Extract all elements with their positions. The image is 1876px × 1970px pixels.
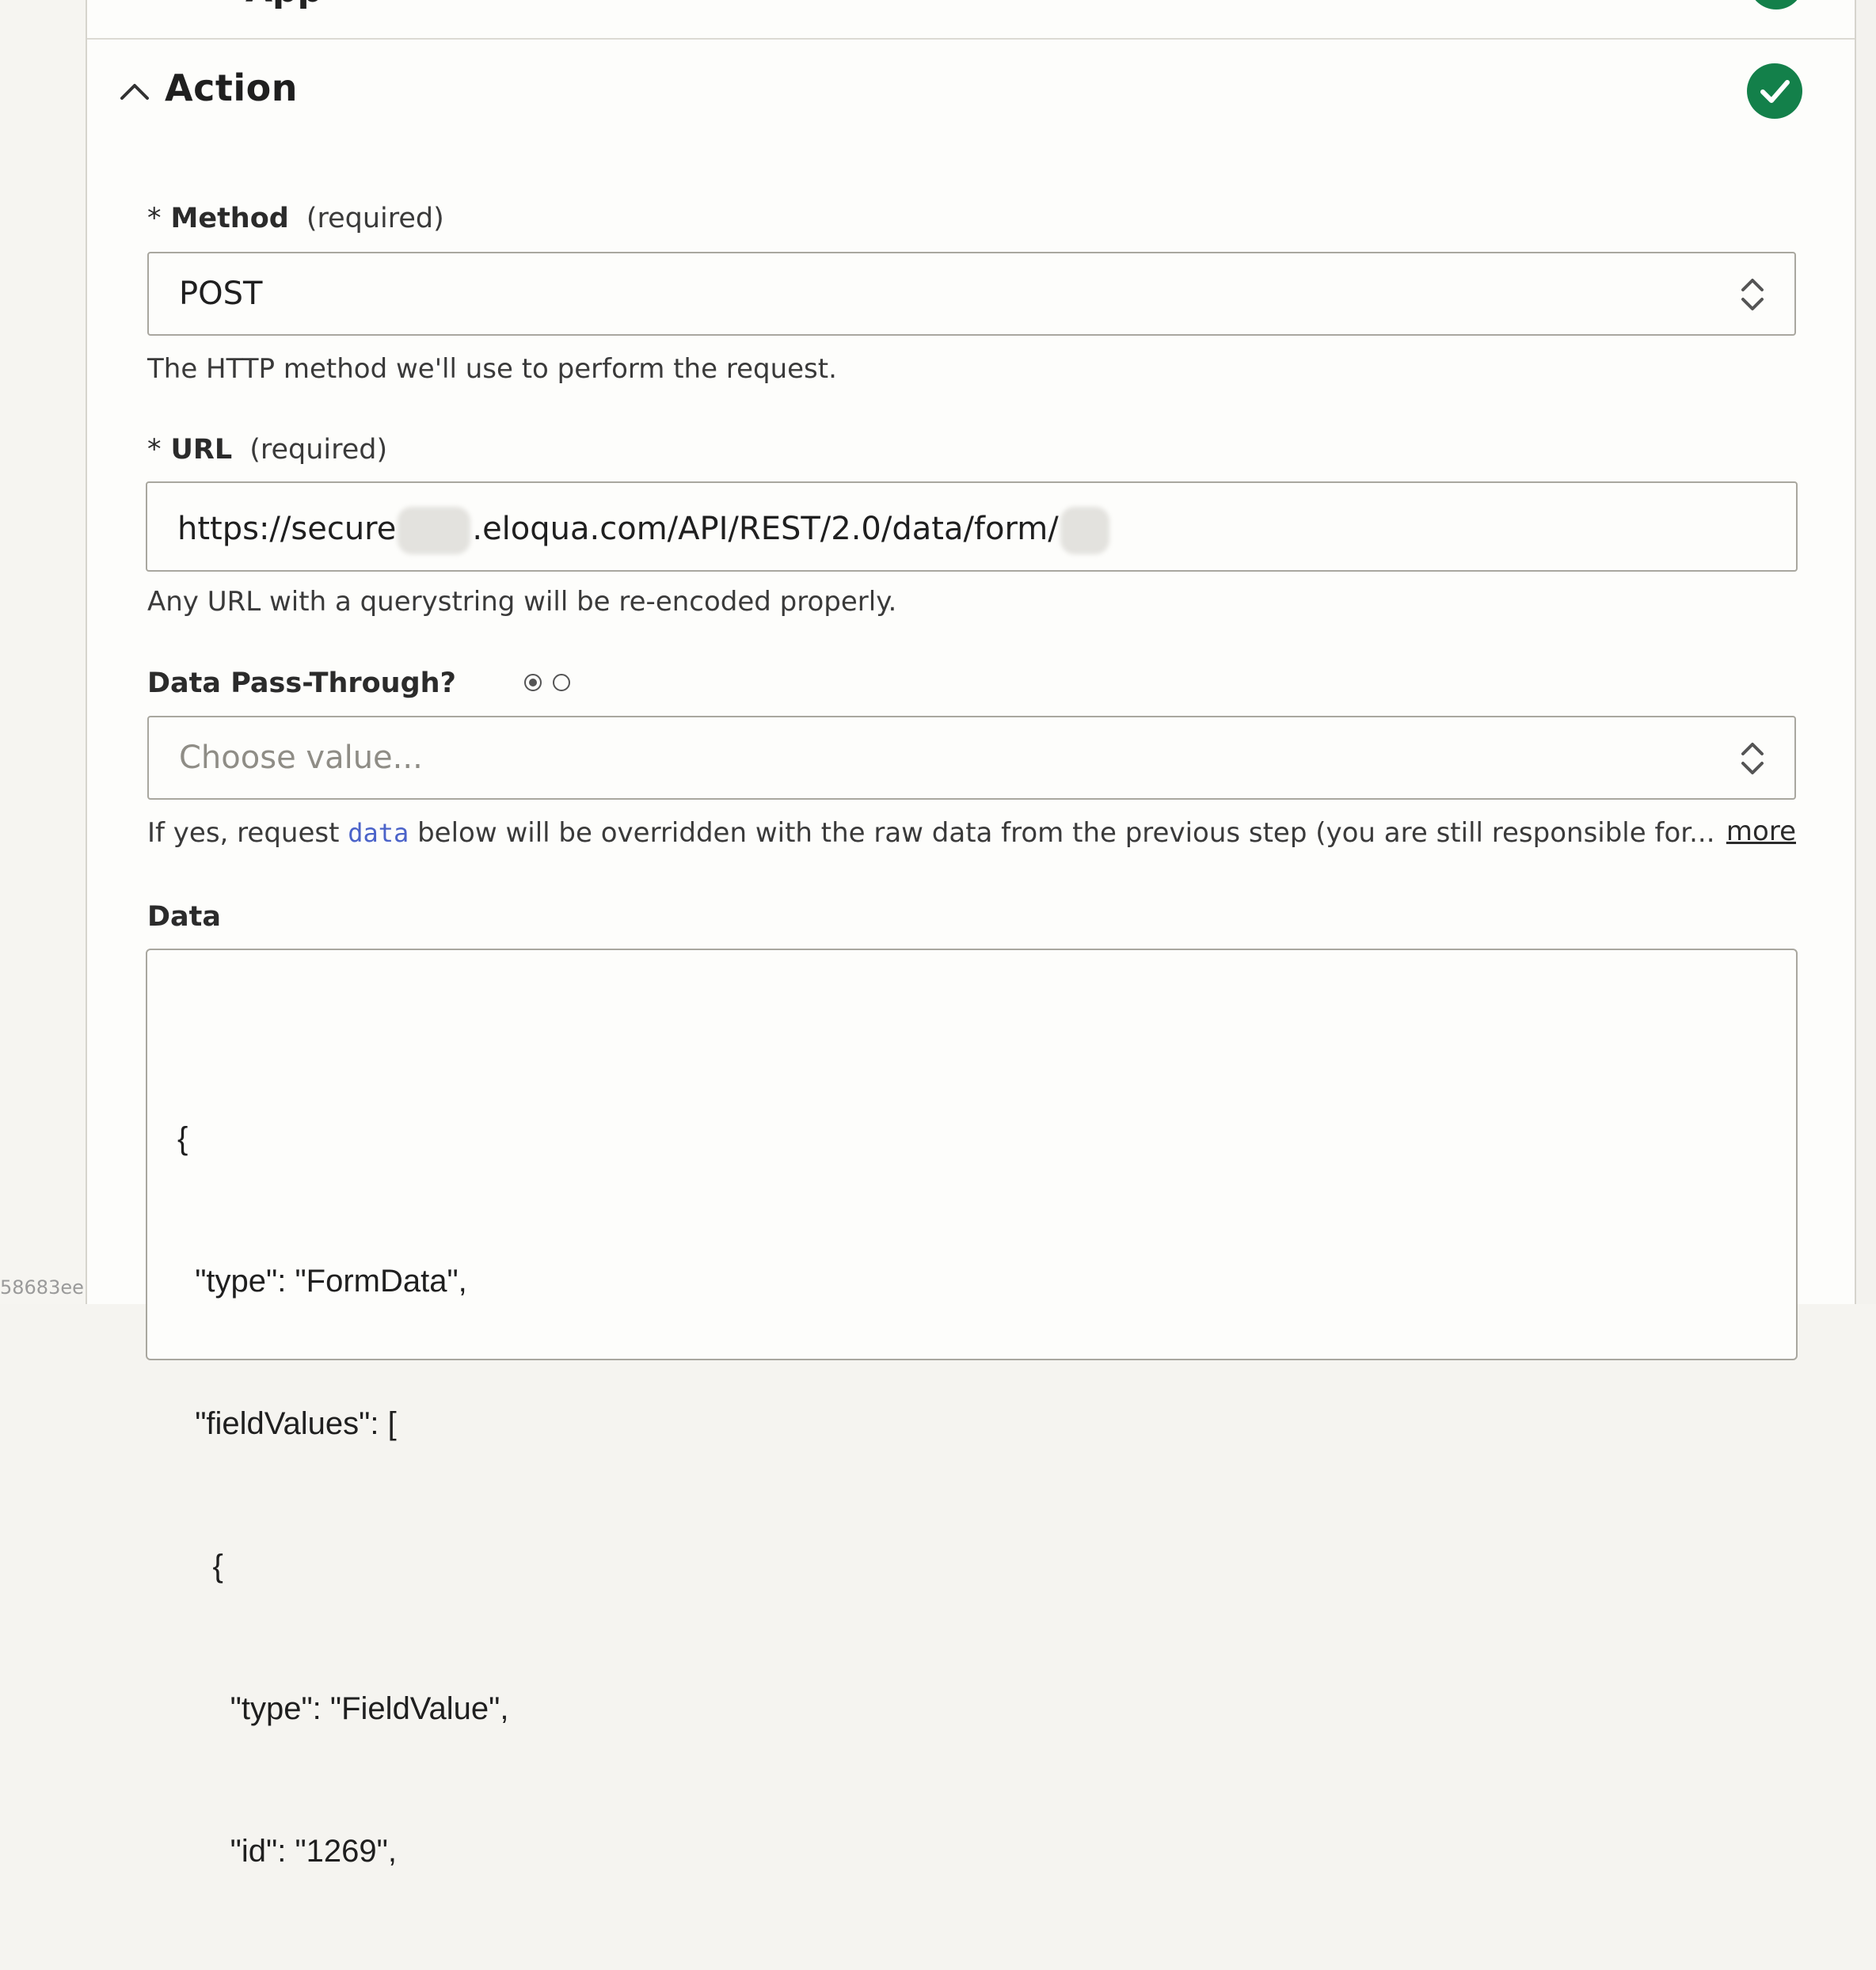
redacted-region <box>398 507 471 554</box>
passthrough-select-placeholder: Choose value... <box>179 740 423 776</box>
required-marker: * <box>147 434 162 466</box>
url-input-value: https://secure .eloqua.com/API/REST/2.0/d… <box>177 507 1109 554</box>
chevron-updown-icon <box>1741 279 1764 310</box>
data-label-text: Data <box>147 901 222 933</box>
url-value-part1: https://secure <box>177 511 397 547</box>
passthrough-help-text: If yes, request data below will be overr… <box>147 817 1715 849</box>
required-marker: * <box>147 203 162 234</box>
chevron-updown-icon <box>1741 743 1764 774</box>
code-line: "id": "1269", <box>177 1834 397 1869</box>
left-gutter <box>0 0 86 1304</box>
radio-option-1[interactable] <box>524 674 542 691</box>
right-gutter <box>1856 0 1876 1304</box>
required-text: (required) <box>249 434 388 466</box>
previous-section-check-icon <box>1749 0 1804 10</box>
code-line: { <box>177 1549 223 1584</box>
required-text: (required) <box>306 203 444 234</box>
inline-code-data: data <box>348 818 409 848</box>
action-section-header[interactable]: Action <box>87 40 1855 143</box>
step-editor-panel: App Action * Method (required) POST The HT… <box>86 0 1856 1869</box>
data-label: Data <box>147 901 221 933</box>
help-text-after: below will be overridden with the raw da… <box>409 817 1715 849</box>
data-textarea[interactable]: { "type": "FormData", "fieldValues": [ {… <box>146 949 1798 1869</box>
previous-section-header[interactable]: App <box>87 0 1855 40</box>
method-select[interactable]: POST <box>147 252 1796 336</box>
chevron-up-icon[interactable] <box>116 73 154 111</box>
url-help-text: Any URL with a querystring will be re-en… <box>147 586 897 618</box>
passthrough-label: Data Pass-Through? <box>147 667 456 699</box>
help-text-before: If yes, request <box>147 817 348 849</box>
data-textarea-content: { "type": "FormData", "fieldValues": [ {… <box>177 1020 508 1970</box>
passthrough-label-text: Data Pass-Through? <box>147 667 456 699</box>
radio-option-2[interactable] <box>553 674 570 691</box>
method-select-value: POST <box>179 276 263 312</box>
more-link[interactable]: more <box>1726 816 1796 847</box>
code-line: "type": "FieldValue", <box>177 1691 509 1726</box>
url-label-text: URL <box>170 434 233 466</box>
passthrough-select[interactable]: Choose value... <box>147 716 1796 800</box>
check-circle-icon <box>1747 63 1802 119</box>
url-label: * URL (required) <box>147 434 387 466</box>
method-label: * Method (required) <box>147 203 444 234</box>
url-value-part2: .eloqua.com/API/REST/2.0/data/form/ <box>472 511 1059 547</box>
passthrough-radio-group <box>524 674 570 691</box>
redacted-region <box>1060 507 1109 554</box>
code-line: { <box>177 1121 188 1156</box>
code-line: "fieldValues": [ <box>177 1406 397 1441</box>
method-label-text: Method <box>170 203 289 234</box>
previous-section-title-clipped: App <box>245 0 322 10</box>
id-fragment: 58683ee <box>0 1276 84 1299</box>
code-line: "type": "FormData", <box>177 1264 467 1299</box>
url-input[interactable]: https://secure .eloqua.com/API/REST/2.0/d… <box>146 481 1798 572</box>
section-title: Action <box>165 67 298 109</box>
method-help-text: The HTTP method we'll use to perform the… <box>147 353 837 385</box>
